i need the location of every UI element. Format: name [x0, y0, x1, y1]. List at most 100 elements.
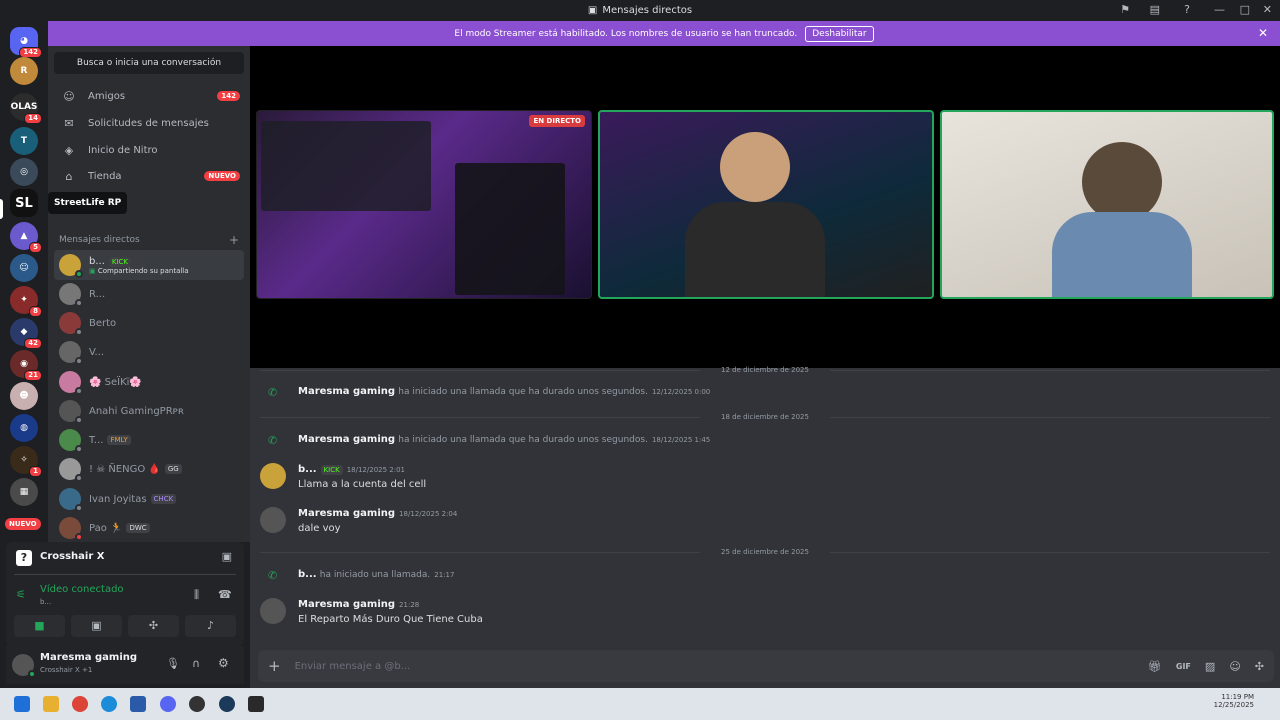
avatar [59, 371, 83, 395]
emoji-icon[interactable]: ☺ [1229, 660, 1240, 673]
dm-item[interactable]: b... KICK ▣ Compartiendo su pantalla [54, 250, 244, 280]
activity-icon[interactable]: ▣ [222, 550, 232, 563]
inbox-icon: ▣ [587, 5, 598, 16]
search-button[interactable]: Busca o inicia una conversación [54, 52, 244, 74]
dm-item[interactable]: Berto [54, 309, 244, 337]
divider [14, 574, 236, 575]
start-icon[interactable] [14, 696, 30, 712]
dm-item[interactable]: Anahi GamingPRᴘʀ [54, 397, 244, 425]
nav-message-requests[interactable]: ✉ Solicitudes de mensajes [54, 111, 244, 135]
voice-status[interactable]: Vídeo conectado [40, 584, 124, 595]
message-content: Llama a la cuenta del cell [298, 479, 427, 490]
home-button[interactable]: ◕ 142 [10, 27, 42, 58]
flag-icon[interactable]: ⚑ [1120, 3, 1130, 16]
dm-item[interactable]: ! ☠ ÑENGO 🩸 GG [54, 455, 244, 483]
activities-button[interactable]: ✣ [128, 615, 179, 637]
banner-text: El modo Streamer está habilitado. Los no… [454, 28, 798, 39]
video-tile[interactable] [598, 110, 934, 299]
server-icon[interactable]: R [10, 57, 38, 85]
maximize-button[interactable]: □ [1240, 3, 1250, 16]
dm-item[interactable]: T... FMLY [54, 426, 244, 454]
server-icon[interactable]: ☻ [10, 382, 38, 410]
avatar [59, 400, 83, 424]
video-tile[interactable] [940, 110, 1274, 299]
inbox-button-icon[interactable]: ▤ [1150, 3, 1160, 16]
dm-item[interactable]: R... [54, 280, 244, 308]
help-icon[interactable]: ? [1184, 3, 1190, 16]
call-stage: EN DIRECTO [250, 46, 1280, 368]
server-icon[interactable]: ◆ 42 [10, 318, 42, 349]
server-icon[interactable]: ▦ [10, 478, 38, 506]
server-icon[interactable]: ✧ 1 [10, 446, 42, 477]
activity-name: Crosshair X [40, 551, 105, 562]
discord-taskbar-icon[interactable] [160, 696, 176, 712]
server-icon-streetlife[interactable]: SL [10, 189, 38, 217]
microphone-icon[interactable]: 🎙︎ [166, 657, 180, 670]
minimize-button[interactable]: — [1214, 3, 1225, 16]
message: Maresma gaming 18/12/2025 2:04 [298, 508, 458, 519]
close-window-button[interactable]: ✕ [1263, 3, 1272, 16]
call-message: b... ha iniciado una llamada. 21:17 [298, 569, 455, 580]
file-explorer-icon[interactable] [43, 696, 59, 712]
gift-icon[interactable]: 🎁︎ [1148, 660, 1162, 673]
nav-shop[interactable]: ⌂ Tienda NUEVO [54, 164, 244, 188]
server-icon[interactable]: ☺ [10, 254, 38, 282]
dm-item[interactable]: 🌸 SeÏKï🌸 [54, 368, 244, 396]
avatar[interactable] [260, 598, 286, 624]
close-icon[interactable]: ✕ [1258, 26, 1268, 40]
avatar [59, 458, 83, 482]
main-panel: EN DIRECTO 12 de diciembre de 2025 ✆ Mar… [250, 46, 1280, 688]
disconnect-icon[interactable]: ☎ [218, 588, 232, 601]
server-icon[interactable]: OLAS 14 [10, 93, 42, 124]
server-icon[interactable]: ✦ 8 [10, 286, 42, 317]
dm-header: Mensajes directos + [59, 233, 239, 247]
dm-item[interactable]: Pao 🏃 DWC [54, 514, 244, 542]
create-dm-plus-icon[interactable]: + [229, 233, 239, 247]
server-tooltip: StreetLife RP [48, 192, 128, 214]
nav-nitro[interactable]: ◈ Inicio de Nitro [54, 138, 244, 162]
screen-share-button[interactable]: ▣ [71, 615, 122, 637]
edge-icon[interactable] [101, 696, 117, 712]
date-separator: 25 de diciembre de 2025 [250, 548, 1280, 556]
soundboard-button[interactable]: ♪ [185, 615, 236, 637]
avatar [59, 283, 83, 307]
mail-icon: ✉ [64, 116, 74, 130]
apps-icon[interactable]: ✣ [1255, 660, 1264, 673]
server-icon[interactable]: ▲ 5 [10, 222, 42, 253]
avatar[interactable] [12, 654, 36, 678]
steam-icon[interactable] [219, 696, 235, 712]
phone-icon: ✆ [268, 434, 278, 447]
server-icon[interactable]: ◉ 21 [10, 350, 42, 381]
noise-suppression-icon[interactable]: ⫼ [194, 588, 199, 602]
window-title: Mensajes directos [602, 5, 693, 16]
disable-button[interactable]: Deshabilitar [805, 25, 874, 42]
crosshair-taskbar-icon[interactable] [248, 696, 264, 712]
avatar[interactable] [260, 507, 286, 533]
participant-body [685, 202, 825, 297]
app-icon[interactable] [189, 696, 205, 712]
system-clock[interactable]: 11:19 PM 12/25/2025 [1214, 693, 1254, 709]
sticker-icon[interactable]: ▨ [1205, 660, 1215, 673]
server-icon[interactable]: T [10, 127, 38, 155]
chrome-icon[interactable] [72, 696, 88, 712]
stream-overlay-text [455, 163, 565, 295]
add-attachment-plus-icon[interactable]: + [268, 657, 281, 675]
gif-icon[interactable]: GIF [1176, 662, 1191, 671]
avatar[interactable] [260, 463, 286, 489]
call-message: Maresma gaming ha iniciado una llamada q… [298, 386, 711, 397]
headphones-icon[interactable]: ∩ [192, 657, 200, 670]
nav-friends[interactable]: ☺ Amigos 142 [54, 84, 244, 108]
store-icon[interactable] [130, 696, 146, 712]
stream-tile[interactable]: EN DIRECTO [256, 110, 592, 299]
shop-new-badge: NUEVO [204, 171, 240, 181]
settings-gear-icon[interactable]: ⚙ [218, 656, 229, 670]
dm-item[interactable]: Ivan Joyitas CHCK [54, 485, 244, 513]
voice-channel: b... [40, 598, 52, 606]
server-icon[interactable]: ◎ [10, 158, 38, 186]
username: Maresma gaming [40, 652, 138, 663]
camera-button[interactable]: ■ [14, 615, 65, 637]
streamer-mode-banner: El modo Streamer está habilitado. Los no… [48, 21, 1280, 46]
message-input[interactable]: Enviar mensaje a @b... [295, 661, 1148, 672]
dm-item[interactable]: V... [54, 338, 244, 366]
server-icon[interactable]: ◍ [10, 414, 38, 442]
